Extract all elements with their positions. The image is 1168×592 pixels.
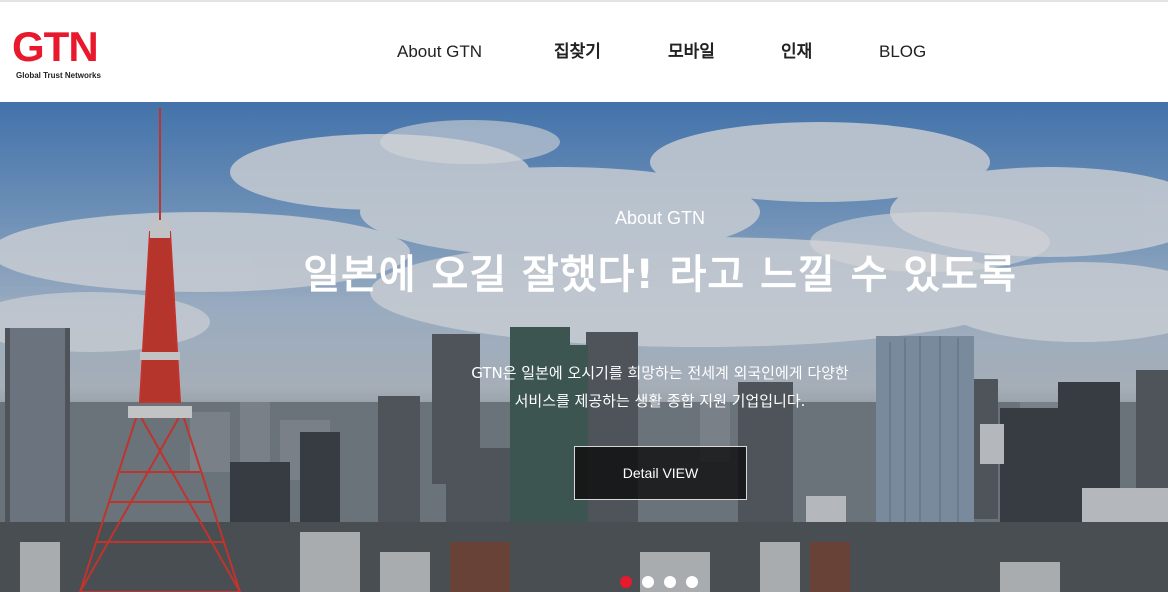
detail-view-button[interactable]: Detail VIEW bbox=[574, 446, 747, 500]
hero-slider: About GTN 일본에 오길 잘했다! 라고 느낄 수 있도록 GTN은 일… bbox=[0, 102, 1168, 592]
hero-subtitle: About GTN bbox=[614, 208, 706, 228]
nav-blog[interactable]: BLOG bbox=[879, 40, 926, 64]
hero-description-line: 서비스를 제공하는 생활 종합 지원 기업입니다. bbox=[514, 392, 806, 410]
nav-house-search[interactable]: 집찾기 bbox=[554, 40, 601, 64]
nav-about-gtn[interactable]: About GTN bbox=[397, 40, 482, 64]
slider-dot[interactable] bbox=[664, 576, 676, 588]
slider-dot[interactable] bbox=[642, 576, 654, 588]
hero-title: 일본에 오길 잘했다! 라고 느낄 수 있도록 bbox=[303, 252, 1017, 298]
logo-tagline: Global Trust Networks bbox=[16, 71, 101, 80]
hero-description-line: GTN은 일본에 오시기를 희망하는 전세계 외국인에게 다양한 bbox=[471, 364, 849, 382]
hero-description: GTN은 일본에 오시기를 희망하는 전세계 외국인에게 다양한 서비스를 제공… bbox=[0, 359, 1168, 415]
nav-talent[interactable]: 인재 bbox=[781, 40, 812, 64]
site-header: GTN Global Trust Networks About GTN 집찾기 … bbox=[0, 2, 1168, 102]
slider-dot[interactable] bbox=[620, 576, 632, 588]
nav-mobile[interactable]: 모바일 bbox=[668, 40, 715, 64]
main-nav: About GTN 집찾기 모바일 인재 BLOG bbox=[0, 40, 1168, 64]
hero-overlay bbox=[0, 102, 1168, 592]
slider-dot[interactable] bbox=[686, 576, 698, 588]
